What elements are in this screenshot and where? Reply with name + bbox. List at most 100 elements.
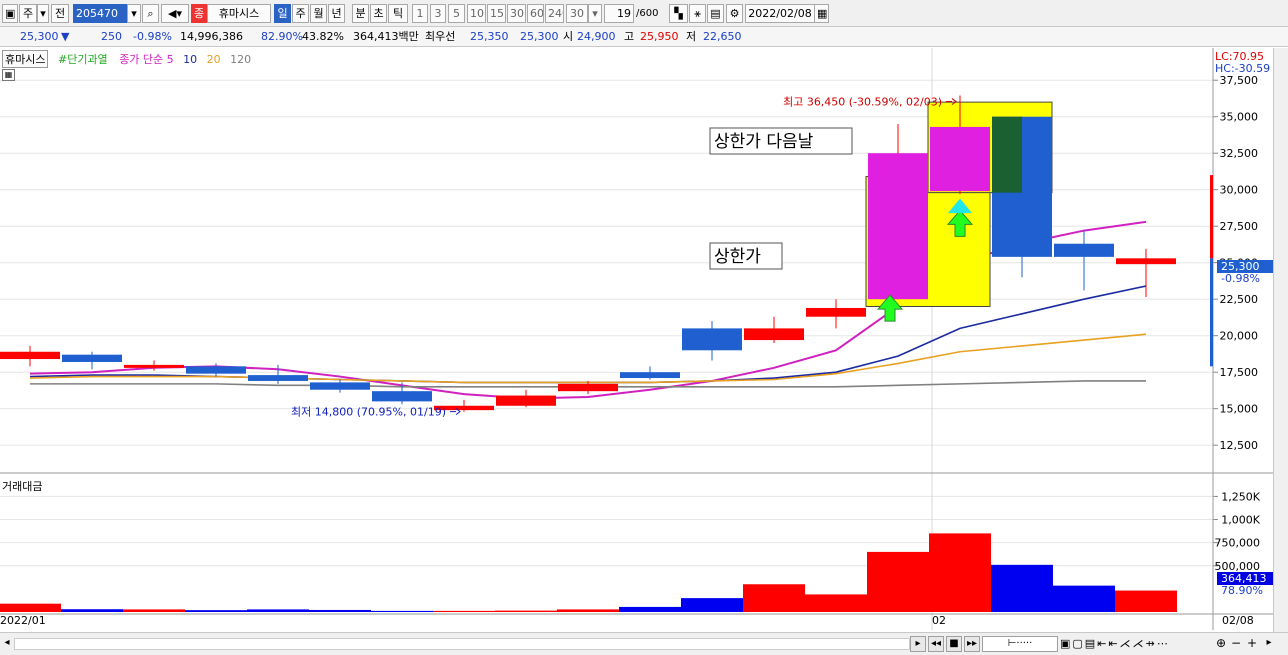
chart-area[interactable]: 37,50035,00032,50030,00027,50025,00022,5… xyxy=(0,48,1288,632)
count-max: /600 xyxy=(636,8,659,19)
price-tag-pct: -0.98% xyxy=(1221,272,1260,285)
stop-icon[interactable]: ■ xyxy=(946,636,962,652)
candle-icon[interactable]: ▚ xyxy=(669,4,688,23)
zoom-in-icon[interactable]: ⊕ xyxy=(1214,636,1228,652)
scroll-end-icon[interactable]: ▸ xyxy=(1262,636,1276,652)
period-select[interactable]: 주 xyxy=(19,4,37,23)
tab-second[interactable]: 초 xyxy=(370,4,387,23)
tools-icons[interactable]: ▣▢▤⇤⇤⋌⋌⇸⋯ xyxy=(1060,636,1210,652)
range-bar-down xyxy=(1210,258,1213,367)
price-tick-label: 15,000 xyxy=(1220,403,1259,416)
minus-icon[interactable]: − xyxy=(1230,636,1242,652)
price-tick-label: 32,500 xyxy=(1220,147,1259,160)
hc-label: HC:-30.59 xyxy=(1215,62,1271,75)
bottom-bar: ◂ ▸ ◂◂ ■ ▸▸ ⊢····· ▣▢▤⇤⇤⋌⋌⇸⋯ ⊕ − + ▸ xyxy=(0,632,1288,655)
right-scrollbar[interactable] xyxy=(1273,48,1288,632)
x-label-end: 02/08 xyxy=(1222,614,1254,627)
volume-bar xyxy=(371,610,433,612)
low-annotation: 최저 14,800 (70.95%, 01/19) xyxy=(291,406,446,419)
volume-value: 14,996,386 xyxy=(180,30,243,43)
speaker-icon[interactable]: ◀▾ xyxy=(161,4,189,23)
chevron-down-icon[interactable]: ▾ xyxy=(127,4,141,23)
overlap-strip xyxy=(992,116,1022,193)
calendar-icon[interactable]: ▦ xyxy=(814,4,829,23)
interval-1[interactable]: 1 xyxy=(412,4,428,23)
volume-bar xyxy=(929,533,991,612)
legend-stock: 휴마시스 xyxy=(2,50,49,68)
change-value: 250 xyxy=(101,30,122,43)
next-icon[interactable]: ▸▸ xyxy=(964,636,980,652)
speed-slider[interactable]: ⊢····· xyxy=(982,636,1058,652)
scroll-left-icon[interactable]: ◂ xyxy=(2,636,12,652)
legend-ma-120: 120 xyxy=(230,53,252,66)
change-pct: -0.98% xyxy=(133,30,172,43)
low-price: 22,650 xyxy=(703,30,742,43)
range-bar-up xyxy=(1210,175,1213,259)
tab-minute[interactable]: 분 xyxy=(352,4,369,23)
horizontal-scrollbar[interactable] xyxy=(14,638,910,650)
volume-bar xyxy=(0,603,61,612)
x-label-mid: 02 xyxy=(932,614,946,627)
chart-svg[interactable]: 37,50035,00032,50030,00027,50025,00022,5… xyxy=(0,48,1288,632)
save-icon[interactable]: ▤ xyxy=(707,4,724,23)
limit-next-label: 상한가 다음날 xyxy=(714,132,814,152)
volume-bar xyxy=(309,609,371,612)
chart-icon[interactable]: ⚹ xyxy=(689,4,706,23)
legend-row: 휴마시스 #단기과열 종가 단순 5 10 20 120 xyxy=(0,50,252,68)
scroll-right-icon[interactable]: ▸ xyxy=(910,636,926,652)
candle-body xyxy=(620,372,680,379)
tab-year[interactable]: 년 xyxy=(328,4,345,23)
volume-bar xyxy=(681,598,743,612)
price-tick-label: 12,500 xyxy=(1220,439,1259,452)
first-icon[interactable]: ◂◂ xyxy=(928,636,944,652)
tab-tick[interactable]: 틱 xyxy=(388,4,408,23)
volume-tick-label: 750,000 xyxy=(1215,537,1261,550)
count-input[interactable]: 19 xyxy=(604,4,634,23)
tab-day[interactable]: 일 xyxy=(274,4,291,23)
interval-30[interactable]: 30 xyxy=(507,4,526,23)
tab-week[interactable]: 주 xyxy=(292,4,309,23)
volume-bar xyxy=(743,584,805,612)
menu-icon[interactable]: ▣ xyxy=(2,4,18,23)
pct-b: 43.82% xyxy=(302,30,344,43)
candle-body xyxy=(248,375,308,381)
volume-tag-pct: 78.90% xyxy=(1221,584,1263,597)
tab-month[interactable]: 월 xyxy=(310,4,327,23)
candle-body xyxy=(62,354,122,362)
interval-15[interactable]: 15 xyxy=(487,4,506,23)
price-tick-label: 27,500 xyxy=(1220,220,1259,233)
pct-a: 82.90% xyxy=(261,30,303,43)
interval-5[interactable]: 5 xyxy=(448,4,465,23)
volume-bar xyxy=(805,594,867,612)
limit-up-label: 상한가 xyxy=(714,247,761,267)
current-price: 25,300 xyxy=(20,30,59,43)
search-icon[interactable]: ⌕ xyxy=(142,4,159,23)
prev-button[interactable]: 전 xyxy=(51,4,69,23)
candle-body xyxy=(124,364,184,368)
candle-body xyxy=(558,383,618,392)
interval-60[interactable]: 60 xyxy=(527,4,544,23)
code-input[interactable]: 205470 xyxy=(73,4,127,23)
volume-bar xyxy=(247,609,309,612)
volume-tick-label: 500,000 xyxy=(1215,560,1261,573)
interval-10[interactable]: 10 xyxy=(467,4,486,23)
plus-icon[interactable]: + xyxy=(1246,636,1258,652)
date-input[interactable]: 2022/02/08 xyxy=(745,4,815,23)
grid-icon[interactable]: ▦ xyxy=(2,69,15,81)
price-tick-label: 35,000 xyxy=(1220,111,1259,124)
amount-value: 364,413백만 xyxy=(353,30,419,43)
open-label: 시 xyxy=(563,30,574,43)
chevron-down-icon[interactable]: ▾ xyxy=(37,4,49,23)
price-tick-label: 22,500 xyxy=(1220,293,1259,306)
price-tick-label: 20,000 xyxy=(1220,330,1259,343)
high-price: 25,950 xyxy=(640,30,679,43)
volume-bar xyxy=(123,609,185,612)
interval-240[interactable]: 240 xyxy=(545,4,564,23)
gear-icon[interactable]: ⚙ xyxy=(726,4,743,23)
interval-3[interactable]: 3 xyxy=(430,4,446,23)
ask-price: 25,350 xyxy=(470,30,509,43)
volume-bar xyxy=(867,551,929,612)
interval-select[interactable]: 30 xyxy=(566,4,588,23)
chevron-down-icon[interactable]: ▾ xyxy=(588,4,602,23)
volume-bar xyxy=(433,610,495,612)
